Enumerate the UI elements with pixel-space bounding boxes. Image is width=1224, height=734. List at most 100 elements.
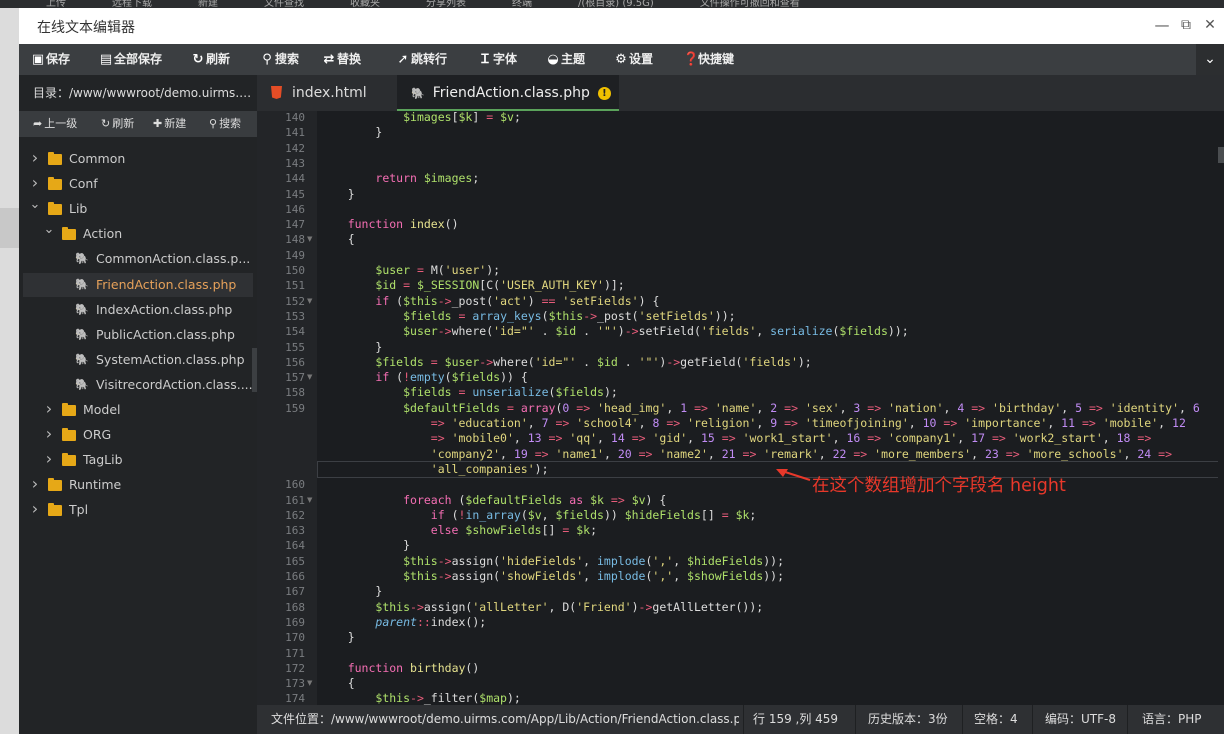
toolbar-settings-button[interactable]: ⚙ 设置 — [614, 44, 653, 75]
code-line: parent::index(); — [375, 614, 487, 629]
editor-window: 在线文本编辑器 — ⧉ ✕ ▣ 保存 ▤ 全部保存 ↻ 刷新 ⚲ 搜索 ⇄ 替换 ➚ 跳转行 Ɪ 字体 ◒ 主… — [19, 8, 1224, 734]
sidebar-search-button[interactable]: ⚲ 搜索 — [209, 111, 241, 137]
folder-icon — [62, 227, 76, 241]
title-bar: 在线文本编辑器 — ⧉ ✕ — [19, 8, 1224, 44]
code-line: if (!empty($fields)) { — [375, 370, 528, 385]
tree-folder[interactable]: › Conf — [23, 172, 253, 196]
annotation-text: 在这个数组增加个字段名 height — [812, 476, 1066, 496]
fold-icon[interactable]: ▼ — [307, 297, 312, 305]
toolbar-search-button[interactable]: ⚲ 搜索 — [260, 44, 299, 75]
code-line: $fields = array_keys($this->_post('setFi… — [403, 308, 736, 323]
tab-label: FriendAction.class.php — [432, 85, 590, 101]
toolbar-save-button[interactable]: ▣ 保存 — [31, 44, 70, 75]
chevron-right-icon[interactable]: › — [43, 397, 55, 421]
toolbar-save-all-button[interactable]: ▤ 全部保存 — [99, 44, 162, 75]
toolbar-help-button[interactable]: ❓快捷键 — [683, 44, 734, 75]
line-number: 173 — [285, 677, 305, 691]
chevron-down-icon[interactable]: ⌄ — [43, 218, 55, 242]
sidebar-up-button[interactable]: ➦ 上一级 — [33, 111, 77, 137]
toolbar-refresh-button[interactable]: ↻ 刷新 — [191, 44, 230, 75]
toolbar-goto-line-button[interactable]: ➚ 跳转行 — [396, 44, 447, 75]
tree-file[interactable]: 🐘 SystemAction.class.php — [23, 348, 253, 372]
fold-icon[interactable]: ▼ — [307, 496, 312, 504]
code-line: { — [320, 232, 355, 247]
file-sidebar: 目录：/www/wwwroot/demo.uirms.c... ➦ 上一级 ↻ 刷新 ✚… — [19, 75, 257, 734]
tree-folder[interactable]: › TagLib — [23, 448, 253, 472]
line-number: 171 — [285, 646, 305, 660]
line-number: 147 — [285, 218, 305, 232]
minimize-button[interactable]: — — [1152, 14, 1172, 36]
folder-icon — [48, 202, 62, 216]
save-icon: ▣ — [31, 52, 45, 67]
font-icon: Ɪ — [481, 52, 489, 67]
line-number: 156 — [285, 355, 305, 369]
history-versions[interactable]: 历史版本：3份 — [868, 705, 948, 734]
line-number: 172 — [285, 661, 305, 675]
toolbar-font-button[interactable]: Ɪ 字体 — [478, 44, 517, 75]
php-file-icon: 🐘 — [75, 377, 89, 391]
sidebar-refresh-button[interactable]: ↻ 刷新 — [101, 111, 134, 137]
tree-folder[interactable]: › ORG — [23, 423, 253, 447]
chevron-right-icon[interactable]: › — [43, 422, 55, 446]
close-button[interactable]: ✕ — [1200, 14, 1220, 36]
tree-file[interactable]: 🐘 CommonAction.class.p... — [23, 247, 253, 271]
chevron-down-icon[interactable]: ⌄ — [29, 193, 41, 217]
line-number — [257, 431, 305, 446]
tree-file[interactable]: 🐘 VisitrecordAction.class.... — [23, 373, 253, 397]
toolbar-label: 替换 — [337, 52, 362, 66]
background-tab: 文件操作可撤回和查看 — [699, 0, 800, 8]
background-tab: 文件查找 — [264, 0, 304, 8]
code-editor[interactable]: 140 141 142 143 144 145 146 147 148 ▼ 149 150 151 152… — [257, 111, 1224, 705]
tree-file[interactable]: 🐘 PublicAction.class.php — [23, 323, 253, 347]
fold-icon[interactable]: ▼ — [307, 373, 312, 381]
scrollbar-thumb[interactable] — [1218, 147, 1224, 163]
toolbar-more-button[interactable]: ⌄ — [1196, 44, 1224, 75]
folder-icon — [48, 503, 62, 517]
code-line: } — [320, 186, 355, 201]
sidebar-tool-label: 上一级 — [44, 117, 78, 130]
language-setting[interactable]: 语言：PHP — [1142, 705, 1202, 734]
code-line: } — [320, 584, 383, 599]
tree-file[interactable]: 🐘 IndexAction.class.php — [23, 298, 253, 322]
code-line: => 'mobile0', 13 => 'qq', 14 => 'gid', 1… — [430, 431, 1152, 446]
chevron-right-icon[interactable]: › — [29, 171, 41, 195]
code-line: function index() — [347, 217, 459, 232]
tree-folder[interactable]: › Runtime — [23, 473, 253, 497]
tree-folder[interactable]: › Common — [23, 147, 253, 171]
current-line-highlight — [317, 460, 1220, 478]
html5-icon — [271, 86, 282, 99]
maximize-button[interactable]: ⧉ — [1176, 14, 1196, 36]
tree-folder[interactable]: ⌄ Lib — [23, 197, 253, 221]
toolbar-theme-button[interactable]: ◒ 主题 — [546, 44, 585, 75]
tree-folder[interactable]: ⌄ Action — [23, 222, 253, 246]
sidebar-plus-button[interactable]: ✚ 新建 — [153, 111, 186, 137]
line-number: 157 — [285, 371, 305, 385]
toolbar-replace-button[interactable]: ⇄ 替换 — [322, 44, 361, 75]
cursor-position[interactable]: 行 159 ,列 459 — [753, 705, 838, 734]
chevron-right-icon[interactable]: › — [29, 472, 41, 496]
fold-icon[interactable]: ▼ — [307, 679, 312, 687]
line-number: 158 — [285, 386, 305, 400]
toolbar-label: 设置 — [629, 52, 654, 66]
php-file-icon: 🐘 — [75, 352, 89, 366]
editor-scrollbar[interactable] — [1218, 111, 1224, 705]
save-all-icon: ▤ — [99, 52, 113, 67]
tab-index-html[interactable]: index.html — [257, 75, 397, 111]
line-number: 142 — [285, 141, 305, 155]
indent-setting[interactable]: 空格：4 — [974, 705, 1018, 734]
line-number: 174 — [285, 692, 305, 705]
tree-folder[interactable]: › Model — [23, 398, 253, 422]
line-number — [257, 462, 305, 477]
chevron-right-icon[interactable]: › — [29, 497, 41, 521]
chevron-right-icon[interactable]: › — [29, 146, 41, 170]
sidebar-toolbar: ➦ 上一级 ↻ 刷新 ✚ 新建 ⚲ 搜索 — [19, 111, 257, 137]
encoding-setting[interactable]: 编码：UTF-8 — [1045, 705, 1116, 734]
tree-file[interactable]: 🐘 FriendAction.class.php — [23, 272, 253, 297]
line-number: 166 — [285, 570, 305, 583]
line-number: 165 — [285, 554, 305, 568]
tree-folder[interactable]: › Tpl — [23, 498, 253, 522]
chevron-right-icon[interactable]: › — [43, 447, 55, 471]
line-number: 159 — [285, 401, 305, 415]
tab-friendaction-php[interactable]: 🐘 FriendAction.class.php! — [397, 75, 619, 111]
fold-icon[interactable]: ▼ — [307, 235, 312, 243]
